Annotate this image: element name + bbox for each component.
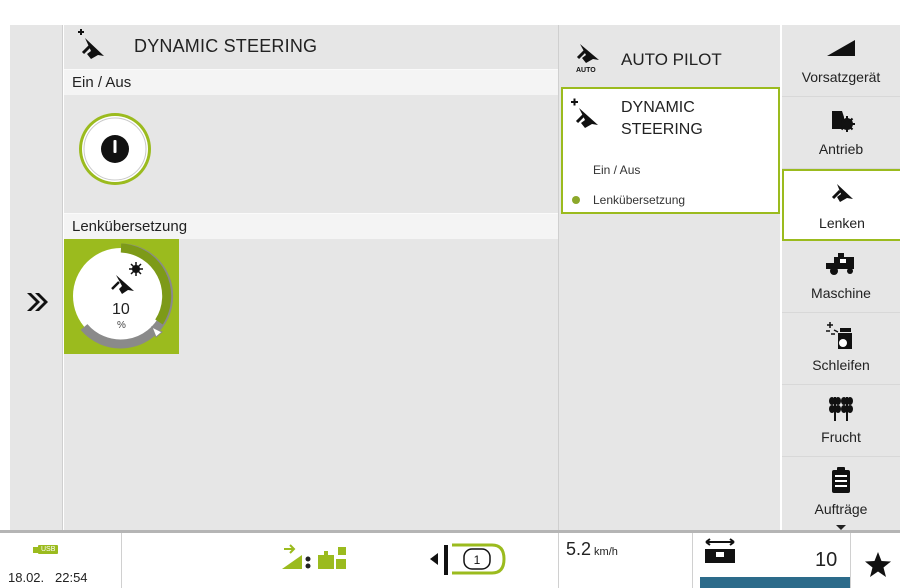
section-label-steering-ratio: Lenkübersetzung — [64, 213, 558, 239]
card-title-line1: DYNAMIC — [621, 99, 695, 116]
status-bar: USB 18.02. 22:54 1 5.2 km/h 10 — [0, 530, 900, 588]
tab-label: Schleifen — [812, 357, 870, 373]
guidance-lane-icon[interactable]: 1 — [428, 541, 508, 579]
tab-label: Vorsatzgerät — [801, 69, 881, 85]
machine-icon — [826, 253, 854, 275]
drive-icon — [832, 111, 855, 132]
autopilot-title: AUTO PILOT — [621, 50, 722, 69]
on-off-toggle[interactable] — [70, 109, 170, 189]
tab-label: Frucht — [821, 429, 861, 445]
clipboard-icon — [832, 467, 850, 493]
ratio-unit: % — [117, 320, 126, 331]
svg-text:1: 1 — [474, 553, 481, 567]
status-progress-bar — [700, 577, 850, 588]
tab-label: Aufträge — [814, 501, 868, 517]
ratio-value: 10 — [112, 301, 130, 318]
tab-frucht[interactable]: Frucht — [782, 385, 900, 457]
speed-display: 5.2 km/h — [566, 539, 618, 560]
card-item-steering-ratio[interactable]: Lenkübersetzung — [593, 193, 685, 207]
card-title: DYNAMIC STEERING — [621, 97, 703, 141]
time-display: 22:54 — [55, 570, 88, 585]
grinding-icon — [826, 322, 852, 349]
steering-icon — [831, 184, 853, 202]
card-item-on-off[interactable]: Ein / Aus — [593, 163, 640, 177]
tab-maschine[interactable]: Maschine — [782, 241, 900, 313]
screen: DYNAMIC STEERING Ein / Aus Lenkübersetzu… — [0, 0, 900, 588]
autopilot-header[interactable]: AUTO AUTO PILOT — [559, 25, 781, 87]
section-label-on-off: Ein / Aus — [64, 69, 558, 95]
usb-badge: USB — [38, 545, 59, 554]
count-value: 10 — [815, 549, 838, 571]
divider — [850, 533, 851, 588]
category-tabs: Vorsatzgerät Antrieb Lenken Maschine Sch… — [782, 25, 900, 530]
tab-label: Maschine — [811, 285, 871, 301]
date-display: 18.02. — [8, 570, 45, 585]
tab-antrieb[interactable]: Antrieb — [782, 97, 900, 169]
autopilot-icon-caption: AUTO — [576, 67, 596, 74]
dynamic-steering-card[interactable]: DYNAMIC STEERING Ein / Aus Lenkübersetzu… — [561, 87, 780, 214]
autopilot-panel: AUTO AUTO PILOT DYNAMIC STEERING Ein / A… — [558, 25, 780, 530]
double-chevron-right-icon — [26, 293, 48, 311]
dynamic-steering-icon — [78, 29, 104, 59]
header-icon — [827, 40, 855, 56]
panel-header: DYNAMIC STEERING — [64, 25, 558, 67]
working-width-icon[interactable] — [702, 537, 738, 567]
tab-auftraege[interactable]: Aufträge — [782, 457, 900, 529]
ratio-dial-icon — [73, 243, 174, 349]
tab-label: Lenken — [819, 215, 865, 231]
divider — [121, 533, 122, 588]
tab-lenken[interactable]: Lenken — [782, 169, 900, 241]
divider — [692, 533, 693, 588]
tab-label: Antrieb — [818, 141, 864, 157]
dynamic-steering-icon — [571, 98, 598, 128]
expand-panel-button[interactable] — [10, 280, 63, 324]
header-crop-status-icon[interactable] — [280, 543, 350, 573]
selected-indicator-dot — [572, 196, 580, 204]
favorites-star-icon[interactable] — [864, 551, 892, 579]
speed-value: 5.2 — [566, 539, 592, 559]
tab-vorsatzgeraet[interactable]: Vorsatzgerät — [782, 25, 900, 97]
tab-schleifen[interactable]: Schleifen — [782, 313, 900, 385]
page-title: DYNAMIC STEERING — [134, 36, 318, 56]
speed-unit: km/h — [594, 546, 618, 558]
power-knob-icon — [79, 113, 151, 185]
divider — [558, 533, 559, 588]
steering-ratio-knob[interactable]: 10 % — [64, 239, 179, 354]
crop-icon — [829, 397, 853, 421]
left-panel — [10, 25, 63, 530]
dynamic-steering-panel: DYNAMIC STEERING Ein / Aus Lenkübersetzu… — [64, 25, 558, 530]
card-title-line2: STEERING — [621, 121, 703, 138]
